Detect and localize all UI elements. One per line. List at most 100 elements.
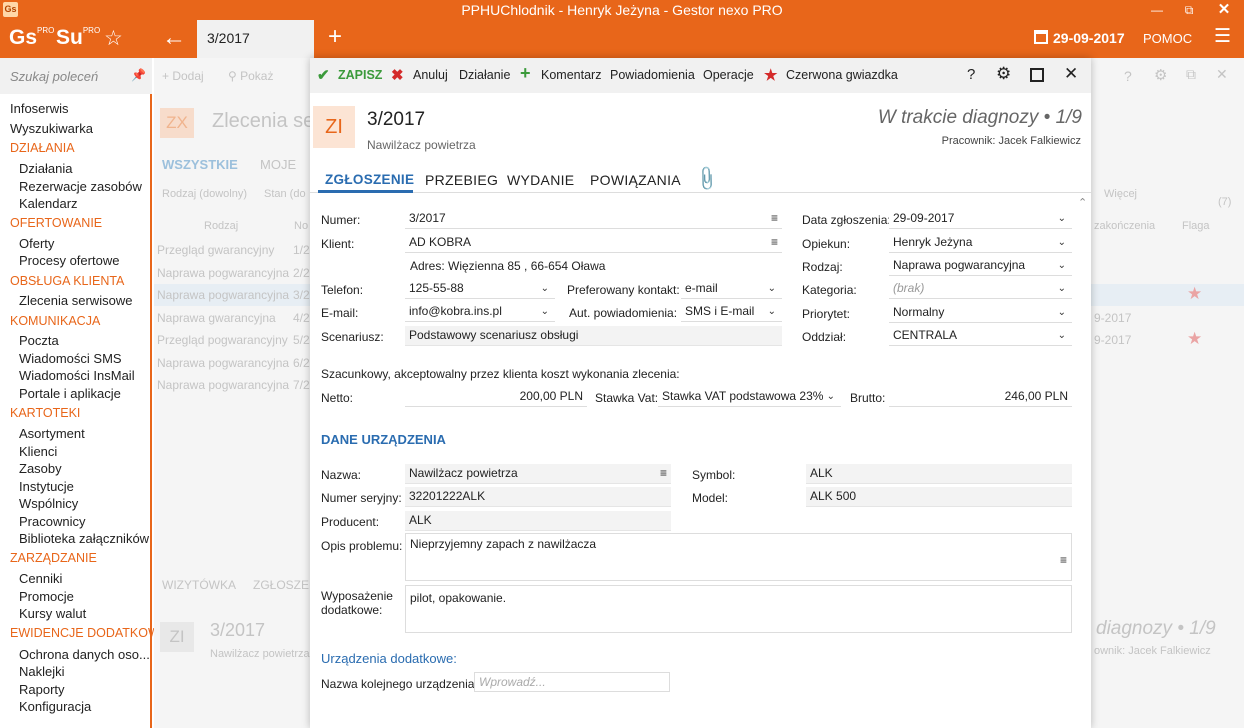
device-name-menu-icon[interactable]: ≡ [660,464,667,483]
sidebar-search[interactable]: Szukaj poleceń 📌 [0,58,152,94]
scroll-up-icon[interactable]: ⌃ [1078,196,1087,209]
sidebar-item[interactable]: Raporty [19,682,65,697]
gs-logo[interactable]: GsPRO [9,26,54,50]
numer-field[interactable]: 3/2017 ≡ [405,209,782,229]
gear-icon[interactable]: ⚙ [996,64,1011,84]
sidebar-item[interactable]: Biblioteka załączników [19,531,149,546]
bg-tab-all[interactable]: WSZYSTKIE [162,157,238,172]
type-select[interactable]: Naprawa pogwarancyjna ⌄ [889,256,1072,276]
new-tab-plus-icon[interactable]: + [328,23,342,51]
klient-menu-icon[interactable]: ≡ [771,233,778,252]
close-window-icon[interactable]: ✕ [1204,0,1244,20]
numer-menu-icon[interactable]: ≡ [771,209,778,228]
bg-col-end[interactable]: zakończenia [1094,220,1155,232]
bg-col-type[interactable]: Rodzaj [204,220,238,232]
email-field[interactable]: info@kobra.ins.pl ⌄ [405,302,555,322]
sidebar-item[interactable]: Wspólnicy [19,496,78,511]
sidebar-item[interactable]: Klienci [19,444,57,459]
help-link[interactable]: POMOC [1143,31,1192,46]
bg-tab-mine[interactable]: MOJE [260,157,296,172]
bg-row-type[interactable]: Naprawa gwarancyjna [157,311,276,325]
sidebar-item[interactable]: Konfiguracja [19,699,91,714]
bg-bottom-tab-report[interactable]: ZGŁOSZEN [253,578,318,592]
tab-release[interactable]: WYDANIE [507,172,574,188]
auto-notify-select[interactable]: SMS i E-mail ⌄ [681,302,782,322]
pref-contact-select[interactable]: e-mail ⌄ [681,279,782,299]
tab-relations[interactable]: POWIĄZANIA [590,172,681,188]
keeper-select[interactable]: Henryk Jeżyna ⌄ [889,233,1072,253]
notifications-button[interactable]: Powiadomienia [610,68,695,82]
restore-icon[interactable]: ⧉ [1174,0,1204,20]
sidebar-item[interactable]: Promocje [19,589,74,604]
sidebar-item[interactable]: Ochrona danych oso... [19,647,150,662]
problem-textarea[interactable]: Nieprzyjemny zapach z nawilżacza ≡ [405,533,1072,581]
bg-bottom-tab-card[interactable]: WIZYTÓWKA [162,578,236,592]
bg-row-type[interactable]: Przegląd gwarancyjny [157,243,274,257]
sidebar-item[interactable]: Zlecenia serwisowe [19,293,132,308]
bg-row-number[interactable]: 7/2 [293,378,310,392]
action-button[interactable]: Działanie [459,68,510,82]
operations-button[interactable]: Operacje [703,68,754,82]
bg-row-type[interactable]: Naprawa pogwarancyjna [157,288,289,302]
bg-col-no[interactable]: No [294,220,308,232]
gross-field[interactable]: 246,00 PLN [889,387,1072,407]
sidebar-item[interactable]: Cenniki [19,571,62,586]
sidebar-item[interactable]: Działania [19,161,72,176]
sidebar-item[interactable]: Portale i aplikacje [19,386,121,401]
bg-col-flag[interactable]: Flaga [1182,220,1210,232]
next-device-input[interactable]: Wprowadź... [474,672,670,692]
bg-row-type[interactable]: Naprawa pogwarancyjna [157,356,289,370]
pin-icon[interactable]: 📌 [131,68,146,82]
sidebar-item[interactable]: Asortyment [19,426,85,441]
bg-gear-icon[interactable]: ⚙ [1154,66,1167,84]
tab-progress[interactable]: PRZEBIEG [425,172,498,188]
bg-row-flag-star-icon[interactable]: ★ [1187,329,1202,349]
bg-row-number[interactable]: 1/2 [293,243,310,257]
bg-more[interactable]: Więcej [1104,188,1137,200]
sidebar-item[interactable]: Pracownicy [19,514,85,529]
sidebar-item[interactable]: Rezerwacje zasobów [19,179,142,194]
bg-row-type[interactable]: Naprawa pogwarancyjna [157,378,289,392]
sidebar-item[interactable]: Instytucje [19,479,74,494]
sidebar-item[interactable]: Oferty [19,236,54,251]
tab-report[interactable]: ZGŁOSZENIE [325,172,414,187]
bg-filter-state[interactable]: Stan (do [264,188,306,200]
search-input[interactable]: Szukaj poleceń [10,69,98,84]
comment-button[interactable]: Komentarz [541,68,601,82]
branch-select[interactable]: CENTRALA ⌄ [889,326,1072,346]
minimize-icon[interactable]: — [1140,0,1174,20]
telefon-field[interactable]: 125-55-88 ⌄ [405,279,555,299]
document-tab[interactable]: 3/2017 [197,20,314,58]
sidebar-item[interactable]: Procesy ofertowe [19,253,119,268]
klient-field[interactable]: AD KOBRA ≡ [405,233,782,253]
date-field[interactable]: 29-09-2017 ⌄ [889,209,1072,229]
hamburger-menu-icon[interactable]: ☰ [1214,25,1231,48]
close-icon[interactable]: ✕ [1064,64,1078,84]
maximize-icon[interactable] [1030,68,1044,82]
net-field[interactable]: 200,00 PLN [405,387,587,407]
bg-row-number[interactable]: 6/2 [293,356,310,370]
su-logo[interactable]: SuPRO [56,26,100,50]
back-arrow-icon[interactable]: ← [162,24,186,52]
priority-select[interactable]: Normalny ⌄ [889,303,1072,323]
order-status[interactable]: W trakcie diagnozy • 1/9 [830,107,1082,129]
sidebar-item[interactable]: Kursy walut [19,606,86,621]
bg-row-flag-star-icon[interactable]: ★ [1187,284,1202,304]
sidebar-item[interactable]: Wiadomości SMS [19,351,122,366]
help-icon[interactable]: ? [967,66,975,83]
cancel-button[interactable]: Anuluj [413,68,448,82]
sidebar-item[interactable]: Infoserwis [10,101,69,116]
equipment-textarea[interactable]: pilot, opakowanie. [405,585,1072,633]
bg-row-number[interactable]: 4/2 [293,311,310,325]
bg-help-icon[interactable]: ? [1124,68,1132,84]
current-date[interactable]: 29-09-2017 [1053,30,1125,46]
sidebar-item[interactable]: Poczta [19,333,59,348]
sidebar-item[interactable]: Kalendarz [19,196,78,211]
bg-show-button[interactable]: ⚲ Pokaż [228,69,273,83]
bg-row-number[interactable]: 5/2 [293,333,310,347]
red-star-button[interactable]: Czerwona gwiazdka [786,68,898,82]
bg-add-button[interactable]: + Dodaj [162,69,204,83]
sidebar-item[interactable]: Zasoby [19,461,62,476]
bg-close-icon[interactable]: ✕ [1216,66,1228,83]
bg-filter-type[interactable]: Rodzaj (dowolny) [162,188,247,200]
